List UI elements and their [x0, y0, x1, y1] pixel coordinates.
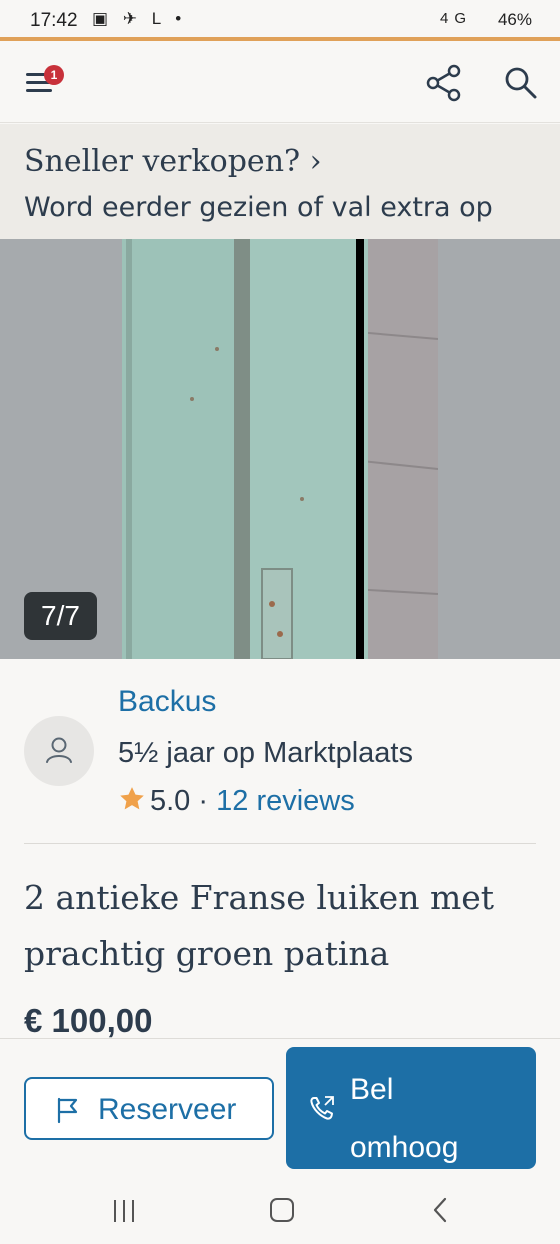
call-label: Bel omhoog — [350, 1073, 459, 1164]
search-button[interactable] — [500, 63, 540, 103]
rating-separator: · — [198, 785, 209, 817]
avatar[interactable] — [24, 716, 94, 786]
phone-icon — [310, 1096, 334, 1120]
promo-subtitle: Word eerder gezien of val extra op — [24, 192, 493, 223]
home-button[interactable] — [270, 1198, 294, 1222]
bottom-action-bar: Reserveer Bel omhoog — [0, 1038, 560, 1176]
listing-title: 2 antieke Franse luiken met prachtig gro… — [24, 878, 495, 973]
menu-icon-bar — [26, 89, 52, 92]
menu-button[interactable]: 1 — [22, 65, 64, 101]
promo-title: Sneller verkopen? › — [24, 144, 322, 179]
photo-counter: 7/7 — [24, 592, 97, 640]
search-icon — [505, 67, 537, 99]
app-screen: 17:42 ▣ ✈ L • 4G 46% 1 Sneller verkopen?… — [0, 0, 560, 1244]
recent-apps-icon-bar — [132, 1200, 134, 1222]
flag-icon — [57, 1097, 78, 1124]
listing-photo — [122, 239, 438, 659]
battery-level: 46% — [497, 10, 532, 29]
status-bar: 17:42 ▣ ✈ L • 4G 46% — [0, 0, 560, 38]
share-button[interactable] — [424, 63, 464, 103]
status-time: 17:42 — [30, 10, 78, 31]
call-button[interactable]: Bel omhoog — [286, 1047, 536, 1169]
system-nav-bar — [0, 1176, 560, 1244]
divider — [24, 843, 536, 844]
network-indicator: 4G — [439, 10, 472, 27]
share-icon — [426, 64, 461, 102]
reserve-label: Reserveer — [98, 1093, 237, 1126]
seller-membership: 5½ jaar op Marktplaats — [118, 737, 413, 769]
photo-shutter-image — [122, 239, 438, 659]
recent-apps-icon — [114, 1200, 116, 1222]
reviews-link[interactable]: 12 reviews — [216, 785, 355, 817]
seller-name[interactable]: Backus — [118, 685, 216, 719]
promo-banner[interactable]: Sneller verkopen? › Word eerder gezien o… — [0, 124, 560, 239]
notification-icons: ▣ ✈ L • — [92, 9, 187, 28]
reserve-button[interactable]: Reserveer — [24, 1077, 274, 1140]
back-button[interactable] — [428, 1196, 452, 1224]
recent-apps-button[interactable] — [112, 1200, 138, 1222]
seller-info[interactable]: Backus 5½ jaar op Marktplaats 5.0 · 12 r… — [0, 659, 560, 843]
seller-rating: 5.0 · 12 reviews — [118, 785, 355, 818]
listing-price: € 100,00 — [24, 1002, 153, 1039]
user-icon — [46, 737, 72, 763]
star-icon — [120, 787, 144, 810]
back-icon — [433, 1197, 447, 1223]
rating-value: 5.0 — [150, 785, 191, 817]
notification-badge: 1 — [44, 65, 64, 85]
app-header: 1 — [0, 41, 560, 123]
recent-apps-icon-bar — [123, 1200, 125, 1222]
